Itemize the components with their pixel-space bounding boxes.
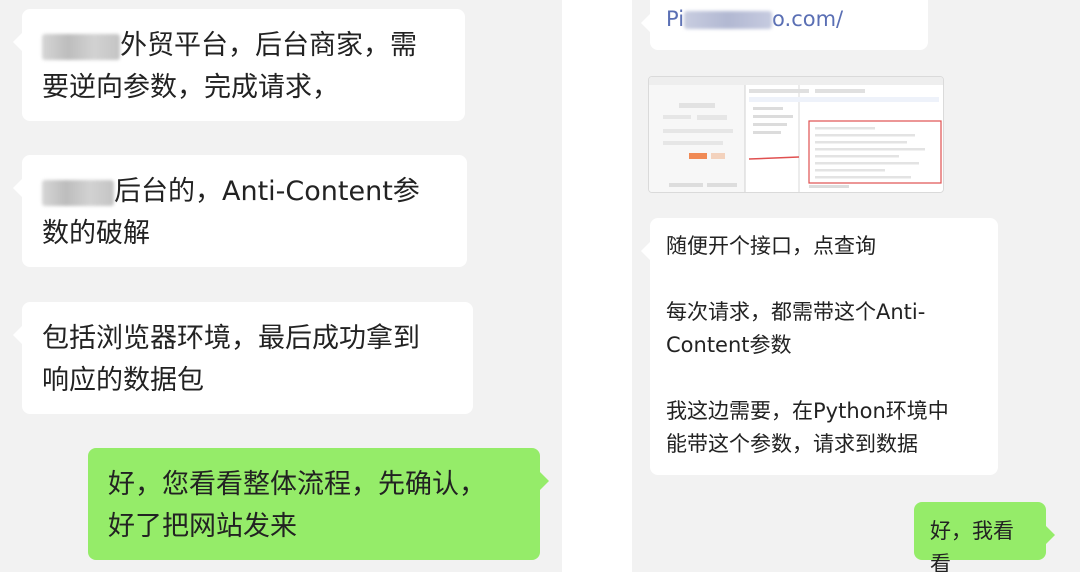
message-text: 包括浏览器环境，最后成功拿到	[42, 323, 420, 354]
outgoing-message-ok[interactable]: 好，我看看	[914, 502, 1055, 572]
message-text: 外贸平台，后台商家，需	[120, 30, 417, 61]
left-chat-panel: 外贸平台，后台商家，需 要逆向参数，完成请求， 后台的，Anti-Content…	[0, 0, 562, 572]
message-text: 要逆向参数，完成请求，	[42, 72, 339, 103]
message-text: Content参数	[666, 333, 792, 357]
outgoing-message-workflow[interactable]: 好，您看看整体流程，先确认， 好了把网站发来	[88, 448, 549, 560]
message-text: 能带这个参数，请求到数据	[666, 432, 918, 456]
incoming-message-browser-env[interactable]: 包括浏览器环境，最后成功拿到 响应的数据包	[13, 302, 473, 414]
redacted-name	[42, 33, 120, 60]
incoming-message-anti-content[interactable]: 后台的，Anti-Content参 数的破解	[13, 155, 467, 267]
screenshot-thumbnail[interactable]	[648, 76, 944, 193]
website-link[interactable]: Pi o.com/	[666, 4, 912, 34]
message-text: 好了把网站发来	[108, 511, 297, 542]
right-chat-panel: Pi o.com/ 随便开个接口，点查询 每次请求，都需带这个Anti- Con…	[632, 0, 1080, 572]
message-text: 后台的，Anti-Content参	[114, 176, 420, 207]
incoming-message-anti-content-request[interactable]: 随便开个接口，点查询 每次请求，都需带这个Anti- Content参数 我这边…	[641, 218, 998, 475]
message-text: 我这边需要，在Python环境中	[666, 399, 949, 423]
redacted-name	[42, 179, 114, 206]
devtools-screenshot-image	[649, 77, 943, 192]
redacted-url	[684, 11, 773, 29]
message-text: 好，您看看整体流程，先确认，	[108, 469, 486, 500]
message-text: 随便开个接口，点查询	[666, 234, 876, 258]
message-text: 响应的数据包	[42, 365, 204, 396]
message-text: 每次请求，都需带这个Anti-	[666, 300, 926, 324]
incoming-message-platform[interactable]: 外贸平台，后台商家，需 要逆向参数，完成请求，	[13, 9, 465, 121]
message-text: 好，我看看	[930, 519, 1014, 572]
message-text: 数的破解	[42, 218, 150, 249]
incoming-message-link[interactable]: Pi o.com/	[641, 0, 928, 50]
